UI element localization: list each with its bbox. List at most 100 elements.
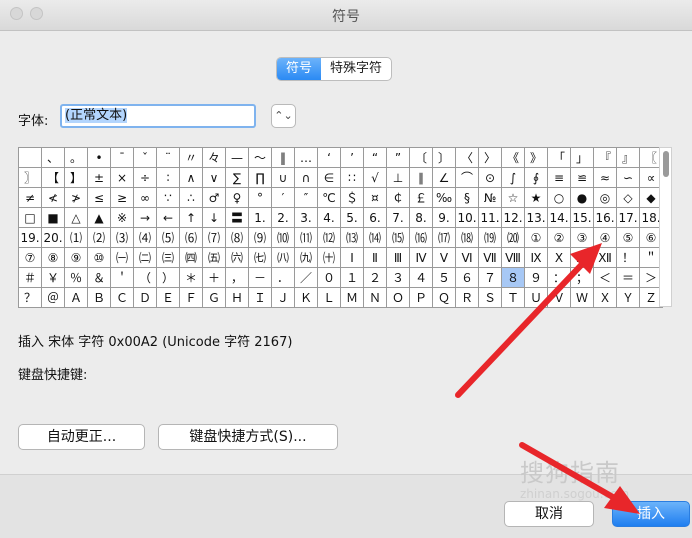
symbol-cell[interactable]: ≯ — [64, 187, 88, 208]
symbol-cell[interactable]: ＜ — [593, 267, 617, 288]
symbol-cell[interactable]: ∞ — [133, 187, 157, 208]
insert-button[interactable]: 插入 — [612, 501, 690, 527]
symbol-cell[interactable]: Ｈ — [225, 287, 249, 308]
symbol-cell[interactable]: Ｆ — [179, 287, 203, 308]
symbol-cell[interactable]: ∵ — [156, 187, 180, 208]
symbol-cell[interactable]: ≌ — [570, 167, 594, 188]
symbol-cell[interactable]: 4. — [317, 207, 341, 228]
symbol-cell[interactable]: ， — [225, 267, 249, 288]
symbol-cell[interactable]: 。 — [64, 147, 88, 168]
symbol-cell[interactable]: 2. — [271, 207, 295, 228]
symbol-cell[interactable]: √ — [363, 167, 387, 188]
symbol-cell[interactable]: ～ — [248, 147, 272, 168]
symbol-cell[interactable]: Ｅ — [156, 287, 180, 308]
symbol-cell[interactable]: Ｗ — [570, 287, 594, 308]
symbol-cell[interactable]: ← — [156, 207, 180, 228]
symbol-cell[interactable]: → — [133, 207, 157, 228]
symbol-cell[interactable]: 〉 — [478, 147, 502, 168]
symbol-cell[interactable]: ○ — [547, 187, 571, 208]
symbol-cell[interactable]: ： — [547, 267, 571, 288]
symbol-cell[interactable]: ⒃ — [409, 227, 433, 248]
symbol-cell[interactable]: ⑾ — [294, 227, 318, 248]
symbol-cell[interactable]: ˉ — [110, 147, 134, 168]
symbol-cell[interactable]: Ⅴ — [432, 247, 456, 268]
symbol-cell[interactable]: ● — [570, 187, 594, 208]
symbol-cell[interactable]: ⑦ — [18, 247, 42, 268]
symbol-cell[interactable]: ■ — [41, 207, 65, 228]
symbol-cell[interactable]: Ⅲ — [386, 247, 410, 268]
symbol-cell[interactable]: Ｍ — [340, 287, 364, 308]
symbol-cell[interactable]: ０ — [317, 267, 341, 288]
symbol-cell[interactable]: 9. — [432, 207, 456, 228]
symbol-cell[interactable]: ⒀ — [340, 227, 364, 248]
symbol-cell[interactable]: ◇ — [616, 187, 640, 208]
symbol-cell[interactable]: 』 — [616, 147, 640, 168]
symbol-cell[interactable]: ⑽ — [271, 227, 295, 248]
symbol-cell[interactable]: 〈 — [455, 147, 479, 168]
font-select-field[interactable]: (正常文本) — [60, 104, 256, 128]
symbol-cell[interactable]: 》 — [524, 147, 548, 168]
symbol-cell[interactable]: ３ — [386, 267, 410, 288]
symbol-cell[interactable]: Ⅳ — [409, 247, 433, 268]
symbol-cell[interactable]: Ⅵ — [455, 247, 479, 268]
symbol-cell[interactable]: Ｄ — [133, 287, 157, 308]
symbol-cell[interactable]: ㈣ — [179, 247, 203, 268]
symbol-cell[interactable]: Ⅷ — [501, 247, 525, 268]
symbol-cell[interactable]: ⒅ — [455, 227, 479, 248]
symbol-cell[interactable]: Ｕ — [524, 287, 548, 308]
symbol-cell[interactable]: 、 — [41, 147, 65, 168]
symbol-cell[interactable]: ⑸ — [156, 227, 180, 248]
symbol-cell[interactable]: Ｓ — [478, 287, 502, 308]
symbol-cell[interactable]: ９ — [524, 267, 548, 288]
symbol-cell[interactable]: ㈥ — [225, 247, 249, 268]
symbol-cell[interactable]: ⒄ — [432, 227, 456, 248]
symbol-cell[interactable]: № — [478, 187, 502, 208]
symbol-cell[interactable]: ⑷ — [133, 227, 157, 248]
symbol-cell[interactable]: ⒇ — [501, 227, 525, 248]
symbol-cell[interactable]: ◎ — [593, 187, 617, 208]
symbol-cell[interactable]: （ — [133, 267, 157, 288]
symbol-cell[interactable]: 『 — [593, 147, 617, 168]
symbol-cell[interactable]: 1. — [248, 207, 272, 228]
symbol-cell[interactable]: ÷ — [133, 167, 157, 188]
symbol-cell[interactable]: … — [294, 147, 318, 168]
symbol-cell[interactable]: ⑵ — [87, 227, 111, 248]
symbol-cell[interactable]: Ｋ — [294, 287, 318, 308]
cancel-button[interactable]: 取消 — [504, 501, 594, 527]
symbol-cell[interactable]: ＝ — [616, 267, 640, 288]
symbol-cell[interactable]: ⑨ — [64, 247, 88, 268]
symbol-cell[interactable]: ∏ — [248, 167, 272, 188]
symbol-cell[interactable]: ⑩ — [87, 247, 111, 268]
symbol-cell[interactable]: ∽ — [616, 167, 640, 188]
symbol-cell[interactable]: Ｐ — [409, 287, 433, 308]
symbol-cell[interactable]: ↑ — [179, 207, 203, 228]
symbol-cell[interactable]: ＊ — [179, 267, 203, 288]
symbol-cell[interactable]: ℃ — [317, 187, 341, 208]
symbol-cell[interactable]: ⑿ — [317, 227, 341, 248]
symbol-cell[interactable]: Ⅰ — [340, 247, 364, 268]
symbol-cell[interactable]: Ⅺ — [570, 247, 594, 268]
symbol-cell[interactable]: ４ — [409, 267, 433, 288]
symbol-cell[interactable]: － — [248, 267, 272, 288]
symbol-cell[interactable]: ＋ — [202, 267, 226, 288]
symbol-cell[interactable]: △ — [64, 207, 88, 228]
symbol-cell[interactable]: ② — [547, 227, 571, 248]
symbol-cell[interactable]: 5. — [340, 207, 364, 228]
symbol-cell[interactable]: 「 — [547, 147, 571, 168]
symbol-cell[interactable]: ∈ — [317, 167, 341, 188]
symbol-cell[interactable]: ∑ — [225, 167, 249, 188]
symbol-cell[interactable]: 11. — [478, 207, 502, 228]
symbol-cell[interactable]: 16. — [593, 207, 617, 228]
symbol-cell[interactable]: ⑻ — [225, 227, 249, 248]
symbol-cell[interactable]: ⑶ — [110, 227, 134, 248]
symbol-cell[interactable]: Ｇ — [202, 287, 226, 308]
symbol-cell[interactable]: × — [110, 167, 134, 188]
symbol-cell[interactable]: ≮ — [41, 187, 65, 208]
symbol-cell[interactable]: ″ — [294, 187, 318, 208]
symbol-cell[interactable]: 々 — [202, 147, 226, 168]
symbol-cell[interactable]: ⒂ — [386, 227, 410, 248]
symbol-cell[interactable]: ㈤ — [202, 247, 226, 268]
autocorrect-button[interactable]: 自动更正... — [18, 424, 145, 450]
symbol-cell[interactable]: ∨ — [202, 167, 226, 188]
symbol-cell[interactable]: ８ — [501, 267, 525, 288]
